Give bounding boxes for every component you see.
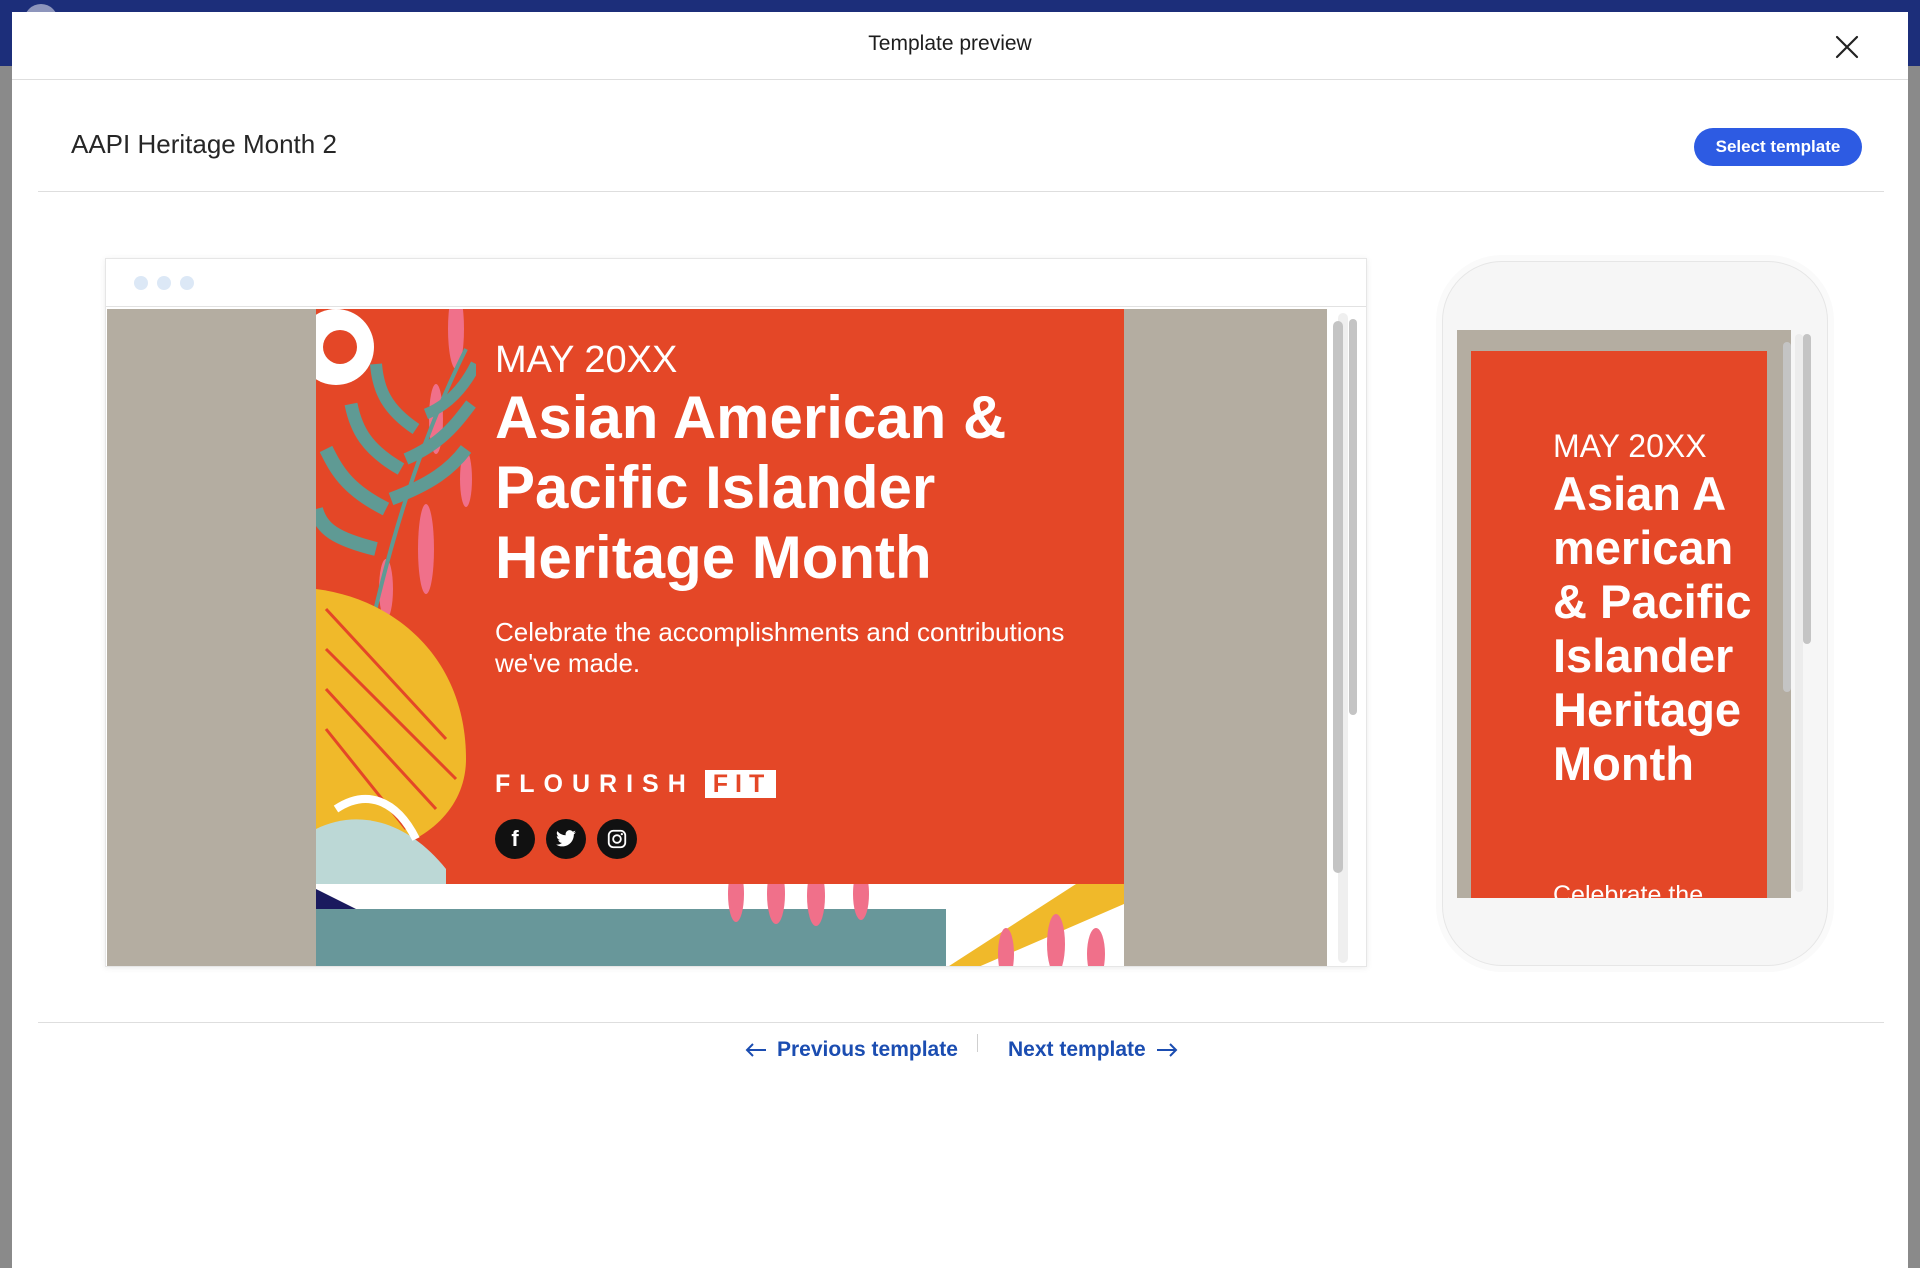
next-template-link[interactable]: Next template (1008, 1038, 1178, 1062)
template-navigation: Previous template Next template (12, 1034, 1908, 1074)
modal-header: Template preview (12, 12, 1908, 80)
email-text-block: MAY 20XX Asian American & Pacific Island… (495, 339, 1115, 679)
twitter-icon[interactable] (546, 819, 586, 859)
mobile-email-viewport[interactable]: MAY 20XX Asian American & Pacific Island… (1457, 330, 1791, 898)
previous-template-label: Previous template (777, 1038, 958, 1061)
brand-badge: FIT (704, 770, 777, 798)
email-footer-art (316, 884, 1124, 966)
window-dot (180, 276, 194, 290)
template-name: AAPI Heritage Month 2 (71, 129, 337, 159)
mobile-scrollbar-track[interactable] (1795, 334, 1803, 892)
mobile-preview: MAY 20XX Asian American & Pacific Island… (1442, 261, 1828, 966)
facebook-icon[interactable]: f (495, 819, 535, 859)
next-template-label: Next template (1008, 1038, 1146, 1061)
select-template-button[interactable]: Select template (1694, 128, 1862, 166)
brand-word: FLOURISH (495, 769, 695, 798)
mobile-headline: Asian American & Pacific Islander Herita… (1553, 467, 1752, 790)
window-dot (157, 276, 171, 290)
email-date-label: MAY 20XX (495, 339, 678, 381)
mobile-date-label: MAY 20XX (1553, 428, 1707, 464)
divider (38, 191, 1884, 192)
social-links: f (495, 819, 637, 859)
mobile-subtext: Celebrate the (1553, 881, 1704, 898)
arrow-left-icon (745, 1043, 766, 1057)
mobile-scrollbar-thumb[interactable] (1803, 334, 1811, 644)
email-subtext: Celebrate the accomplishments and contri… (495, 617, 1065, 678)
desktop-email-viewport[interactable]: MAY 20XX Asian American & Pacific Island… (107, 309, 1327, 966)
browser-bar (106, 259, 1366, 307)
arrow-right-icon (1156, 1043, 1178, 1057)
instagram-icon[interactable] (597, 819, 637, 859)
previous-template-link[interactable]: Previous template (745, 1038, 958, 1062)
tropical-leaves-illustration (316, 309, 476, 884)
mobile-email-hero: MAY 20XX Asian American & Pacific Island… (1471, 351, 1767, 898)
desktop-scrollbar-thumb[interactable] (1349, 319, 1357, 715)
nav-separator (977, 1034, 978, 1052)
email-headline: Asian American & Pacific Islander Herita… (495, 384, 1007, 591)
modal-title: Template preview (868, 32, 1032, 55)
email-hero: MAY 20XX Asian American & Pacific Island… (316, 309, 1124, 966)
template-preview-modal: Template preview AAPI Heritage Month 2 S… (12, 12, 1908, 1268)
mobile-email-scrollbar-thumb[interactable] (1783, 342, 1791, 692)
desktop-preview: MAY 20XX Asian American & Pacific Island… (105, 258, 1367, 967)
window-dot (134, 276, 148, 290)
close-icon[interactable] (1832, 32, 1862, 62)
divider (38, 1022, 1884, 1023)
brand-logo: FLOURISH FIT (495, 769, 777, 799)
email-scrollbar-thumb[interactable] (1333, 321, 1343, 873)
